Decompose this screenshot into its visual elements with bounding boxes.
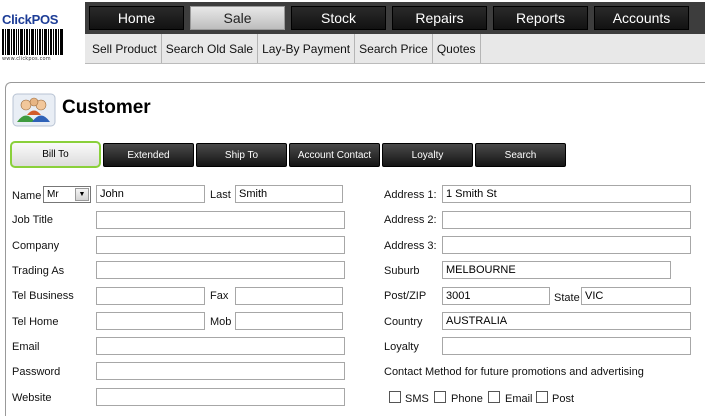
address1-label: Address 1:: [384, 189, 437, 201]
customer-tabs: Bill To Extended Ship To Account Contact…: [10, 141, 566, 168]
sms-checkbox[interactable]: [389, 391, 401, 403]
first-name-input[interactable]: John: [96, 185, 205, 203]
mob-input[interactable]: [235, 312, 343, 330]
address3-label: Address 3:: [384, 240, 437, 252]
phone-checkbox[interactable]: [434, 391, 446, 403]
state-input[interactable]: VIC: [581, 287, 691, 305]
website-label: Website: [12, 392, 52, 404]
subnav-search-old-sale[interactable]: Search Old Sale: [162, 34, 259, 63]
tab-ship-to[interactable]: Ship To: [196, 143, 287, 167]
password-label: Password: [12, 366, 61, 378]
tab-loyalty[interactable]: Loyalty: [382, 143, 473, 167]
logo-url: www.clickpos.com: [2, 56, 51, 62]
email-checkbox[interactable]: [488, 391, 500, 403]
nav-sale[interactable]: Sale: [190, 6, 285, 30]
sms-label: SMS: [405, 393, 429, 405]
phone-label: Phone: [451, 393, 483, 405]
page-title: Customer: [62, 97, 151, 118]
post-checkbox[interactable]: [536, 391, 548, 403]
tab-search[interactable]: Search: [475, 143, 566, 167]
mob-label: Mob: [210, 316, 232, 328]
sub-nav: Sell Product Search Old Sale Lay-By Paym…: [85, 34, 705, 64]
company-label: Company: [12, 240, 60, 252]
address2-label: Address 2:: [384, 214, 437, 226]
country-label: Country: [384, 316, 423, 328]
logo-brand-click: Click: [2, 12, 32, 27]
nav-stock[interactable]: Stock: [291, 6, 386, 30]
subnav-quotes[interactable]: Quotes: [433, 34, 481, 63]
clickpos-logo: ClickPOS www.clickpos.com: [2, 12, 82, 68]
company-input[interactable]: [96, 236, 345, 254]
tel-home-input[interactable]: [96, 312, 205, 330]
main-nav: Home Sale Stock Repairs Reports Accounts: [85, 2, 705, 34]
tel-business-input[interactable]: [96, 287, 205, 305]
last-name-input[interactable]: Smith: [235, 185, 343, 203]
name-label: Name: [12, 190, 42, 202]
loyalty-input[interactable]: [442, 337, 691, 355]
state-label: State: [554, 292, 580, 304]
trading-as-label: Trading As: [12, 265, 65, 277]
fax-input[interactable]: [235, 287, 343, 305]
nav-reports[interactable]: Reports: [493, 6, 588, 30]
country-input[interactable]: AUSTRALIA: [442, 312, 691, 330]
address3-input[interactable]: [442, 236, 691, 254]
website-input[interactable]: [96, 388, 345, 406]
contact-method-label: Contact Method for future promotions and…: [384, 366, 644, 378]
loyalty-label: Loyalty: [384, 341, 419, 353]
job-title-input[interactable]: [96, 211, 345, 229]
barcode-icon: [2, 29, 74, 55]
address1-input[interactable]: 1 Smith St: [442, 185, 691, 203]
suburb-label: Suburb: [384, 265, 420, 277]
postzip-label: Post/ZIP: [384, 290, 427, 302]
logo-text: ClickPOS: [2, 12, 82, 27]
tab-extended[interactable]: Extended: [103, 143, 194, 167]
tel-business-label: Tel Business: [12, 290, 74, 302]
nav-repairs[interactable]: Repairs: [392, 6, 487, 30]
trading-as-input[interactable]: [96, 261, 345, 279]
postzip-input[interactable]: 3001: [442, 287, 550, 305]
logo-brand-pos: POS: [31, 12, 59, 27]
email-label: Email: [12, 341, 40, 353]
subnav-sell-product[interactable]: Sell Product: [85, 34, 162, 63]
email-contact-label: Email: [505, 393, 533, 405]
tel-home-label: Tel Home: [12, 316, 59, 328]
subnav-lay-by-payment[interactable]: Lay-By Payment: [258, 34, 356, 63]
fax-label: Fax: [210, 290, 229, 302]
salutation-select[interactable]: Mr ▼: [43, 186, 91, 203]
password-input[interactable]: [96, 362, 345, 380]
email-input[interactable]: [96, 337, 345, 355]
salutation-value: Mr: [47, 189, 59, 200]
chevron-down-icon[interactable]: ▼: [75, 188, 89, 201]
tab-bill-to[interactable]: Bill To: [10, 141, 101, 168]
post-label: Post: [552, 393, 575, 405]
last-label: Last: [210, 189, 231, 201]
tab-account-contact[interactable]: Account Contact: [289, 143, 380, 167]
address2-input[interactable]: [442, 211, 691, 229]
nav-home[interactable]: Home: [89, 6, 184, 30]
customer-group-icon: [12, 93, 56, 127]
subnav-search-price[interactable]: Search Price: [355, 34, 433, 63]
job-title-label: Job Title: [12, 214, 53, 226]
suburb-input[interactable]: MELBOURNE: [442, 261, 671, 279]
nav-accounts[interactable]: Accounts: [594, 6, 689, 30]
